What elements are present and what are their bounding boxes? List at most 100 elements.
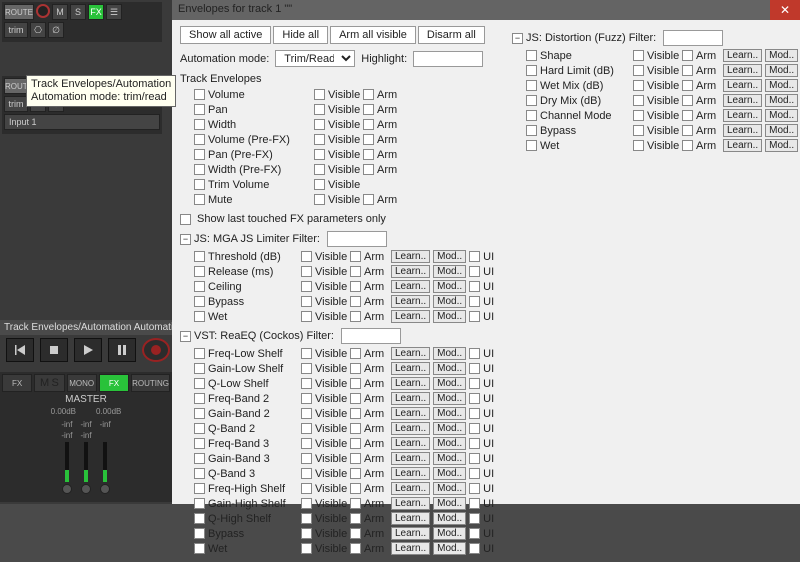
param-enable-checkbox[interactable] [194, 89, 205, 100]
visible-checkbox[interactable] [301, 378, 312, 389]
visible-checkbox[interactable] [314, 194, 325, 205]
param-enable-checkbox[interactable] [526, 95, 537, 106]
ui-checkbox[interactable] [469, 453, 480, 464]
learn-button[interactable]: Learn.. [391, 527, 430, 540]
ui-checkbox[interactable] [469, 378, 480, 389]
param-enable-checkbox[interactable] [194, 311, 205, 322]
learn-button[interactable]: Learn.. [391, 377, 430, 390]
param-enable-checkbox[interactable] [526, 80, 537, 91]
param-enable-checkbox[interactable] [526, 125, 537, 136]
learn-button[interactable]: Learn.. [391, 280, 430, 293]
param-enable-checkbox[interactable] [194, 438, 205, 449]
arm-checkbox[interactable] [363, 119, 374, 130]
mod-button[interactable]: Mod.. [433, 347, 466, 360]
param-enable-checkbox[interactable] [526, 50, 537, 61]
learn-button[interactable]: Learn.. [391, 250, 430, 263]
arm-checkbox[interactable] [350, 251, 361, 262]
stop-button[interactable] [40, 338, 68, 362]
learn-button[interactable]: Learn.. [391, 482, 430, 495]
visible-checkbox[interactable] [301, 468, 312, 479]
ui-checkbox[interactable] [469, 543, 480, 554]
param-enable-checkbox[interactable] [194, 393, 205, 404]
learn-button[interactable]: Learn.. [391, 467, 430, 480]
learn-button[interactable]: Learn.. [723, 139, 762, 152]
learn-button[interactable]: Learn.. [391, 362, 430, 375]
visible-checkbox[interactable] [301, 408, 312, 419]
mod-button[interactable]: Mod.. [433, 527, 466, 540]
visible-checkbox[interactable] [301, 438, 312, 449]
ui-checkbox[interactable] [469, 251, 480, 262]
arm-checkbox[interactable] [350, 296, 361, 307]
visible-checkbox[interactable] [301, 348, 312, 359]
mod-button[interactable]: Mod.. [433, 280, 466, 293]
ui-checkbox[interactable] [469, 438, 480, 449]
play-button[interactable] [74, 338, 102, 362]
param-enable-checkbox[interactable] [194, 104, 205, 115]
filter-input[interactable] [341, 328, 401, 344]
visible-checkbox[interactable] [314, 104, 325, 115]
mod-button[interactable]: Mod.. [765, 94, 798, 107]
learn-button[interactable]: Learn.. [391, 265, 430, 278]
record-arm-button[interactable] [36, 4, 50, 18]
ui-checkbox[interactable] [469, 513, 480, 524]
visible-checkbox[interactable] [301, 363, 312, 374]
mod-button[interactable]: Mod.. [433, 422, 466, 435]
param-enable-checkbox[interactable] [194, 164, 205, 175]
visible-checkbox[interactable] [301, 543, 312, 554]
track-fader[interactable] [103, 442, 107, 482]
arm-checkbox[interactable] [363, 164, 374, 175]
mod-button[interactable]: Mod.. [433, 407, 466, 420]
arm-checkbox[interactable] [350, 483, 361, 494]
arm-checkbox[interactable] [350, 311, 361, 322]
mod-button[interactable]: Mod.. [433, 265, 466, 278]
param-enable-checkbox[interactable] [194, 453, 205, 464]
visible-checkbox[interactable] [633, 110, 644, 121]
trim-mode-button[interactable]: trim [4, 22, 28, 38]
learn-button[interactable]: Learn.. [391, 437, 430, 450]
param-enable-checkbox[interactable] [194, 179, 205, 190]
filter-input[interactable] [663, 30, 723, 46]
mod-button[interactable]: Mod.. [765, 124, 798, 137]
visible-checkbox[interactable] [301, 251, 312, 262]
close-button[interactable]: ✕ [770, 0, 800, 20]
arm-checkbox[interactable] [682, 95, 693, 106]
arm-checkbox[interactable] [350, 513, 361, 524]
learn-button[interactable]: Learn.. [391, 310, 430, 323]
learn-button[interactable]: Learn.. [723, 49, 762, 62]
ui-checkbox[interactable] [469, 281, 480, 292]
arm-checkbox[interactable] [350, 453, 361, 464]
mod-button[interactable]: Mod.. [433, 362, 466, 375]
visible-checkbox[interactable] [314, 89, 325, 100]
learn-button[interactable]: Learn.. [391, 422, 430, 435]
mod-button[interactable]: Mod.. [765, 109, 798, 122]
arm-checkbox[interactable] [682, 65, 693, 76]
mod-button[interactable]: Mod.. [765, 49, 798, 62]
arm-checkbox[interactable] [350, 348, 361, 359]
fx-button[interactable]: FX [88, 4, 104, 20]
mod-button[interactable]: Mod.. [433, 482, 466, 495]
param-enable-checkbox[interactable] [194, 134, 205, 145]
io-button[interactable]: ☰ [106, 4, 122, 20]
param-enable-checkbox[interactable] [194, 363, 205, 374]
arm-checkbox[interactable] [350, 266, 361, 277]
mod-button[interactable]: Mod.. [433, 310, 466, 323]
param-enable-checkbox[interactable] [526, 65, 537, 76]
input-selector[interactable]: Input 1 [4, 114, 160, 130]
mod-button[interactable]: Mod.. [765, 79, 798, 92]
pan-knob[interactable] [81, 484, 91, 494]
arm-checkbox[interactable] [350, 281, 361, 292]
visible-checkbox[interactable] [314, 179, 325, 190]
mod-button[interactable]: Mod.. [433, 250, 466, 263]
param-enable-checkbox[interactable] [194, 281, 205, 292]
visible-checkbox[interactable] [301, 311, 312, 322]
go-start-button[interactable] [6, 338, 34, 362]
master-fx-button[interactable]: FX [2, 374, 32, 392]
mod-button[interactable]: Mod.. [433, 377, 466, 390]
param-enable-checkbox[interactable] [526, 140, 537, 151]
solo-button[interactable]: S [70, 4, 86, 20]
learn-button[interactable]: Learn.. [391, 407, 430, 420]
param-enable-checkbox[interactable] [194, 194, 205, 205]
visible-checkbox[interactable] [633, 80, 644, 91]
visible-checkbox[interactable] [301, 528, 312, 539]
param-enable-checkbox[interactable] [194, 149, 205, 160]
